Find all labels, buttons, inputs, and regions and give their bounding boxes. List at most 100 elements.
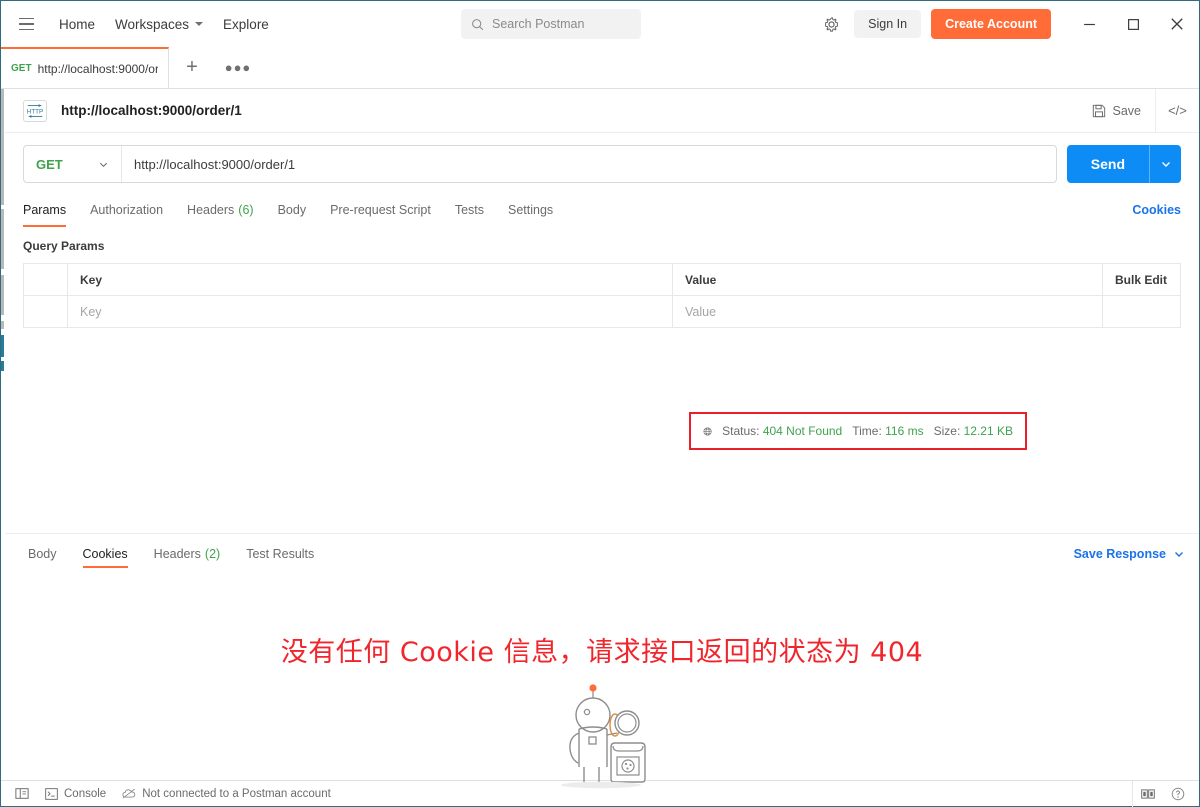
- search-icon: [472, 18, 484, 30]
- page-title: http://localhost:9000/order/1: [61, 103, 242, 118]
- status-value: 404 Not Found: [762, 424, 843, 438]
- status-code-item[interactable]: Status: 404 Not Found: [722, 424, 842, 438]
- response-section-tabs: Body Cookies Headers (2) Test Results: [15, 534, 327, 573]
- request-tab[interactable]: GET http://localhost:9000/ord: [1, 47, 169, 88]
- url-bar: GET Send: [5, 133, 1199, 193]
- tab-params-label: Params: [23, 203, 67, 217]
- annotation-text: 没有任何 Cookie 信息，请求接口返回的状态为 404: [280, 637, 924, 668]
- request-header-actions: Save </>: [1078, 88, 1200, 133]
- top-bar-right: Sign In Create Account: [816, 1, 1199, 47]
- hamburger-icon[interactable]: [11, 9, 41, 39]
- nav-workspaces[interactable]: Workspaces: [105, 11, 213, 38]
- tab-body-label: Body: [277, 203, 307, 217]
- save-response-button[interactable]: Save Response: [1074, 547, 1185, 561]
- tab-settings[interactable]: Settings: [508, 193, 553, 227]
- account-status[interactable]: Not connected to a Postman account: [114, 781, 339, 806]
- size-value: 12.21 KB: [963, 424, 1013, 438]
- console-button[interactable]: Console: [37, 781, 114, 806]
- send-button-group: Send: [1066, 145, 1181, 183]
- account-status-label: Not connected to a Postman account: [142, 787, 331, 800]
- time-label: Time:: [852, 424, 882, 438]
- search-placeholder: Search Postman: [492, 17, 585, 31]
- code-snippet-icon[interactable]: </>: [1155, 88, 1199, 133]
- two-pane-layout-icon[interactable]: [1133, 781, 1163, 807]
- column-header-value: Value: [672, 263, 1103, 296]
- cloud-offline-icon: [122, 788, 136, 799]
- chevron-down-icon: [99, 162, 108, 167]
- gear-icon[interactable]: [816, 9, 846, 39]
- tab-headers-label: Headers: [187, 203, 235, 217]
- maximize-icon[interactable]: [1111, 1, 1155, 47]
- response-tab-cookies-label: Cookies: [82, 546, 128, 561]
- method-select-value: GET: [36, 156, 63, 172]
- request-tab-name: http://localhost:9000/ord: [37, 61, 158, 76]
- cookies-link[interactable]: Cookies: [1132, 203, 1181, 217]
- row-checkbox-cell[interactable]: [23, 295, 68, 328]
- query-params-table: Key Value Bulk Edit Key Value: [23, 263, 1181, 328]
- response-tab-headers-label: Headers: [153, 546, 201, 561]
- table-header-row: Key Value Bulk Edit: [23, 263, 1181, 296]
- value-input-cell[interactable]: Value: [672, 295, 1103, 328]
- http-icon: HTTP: [23, 99, 47, 122]
- chevron-down-icon: [195, 22, 204, 26]
- nav-workspaces-label: Workspaces: [115, 16, 190, 32]
- method-select[interactable]: GET: [24, 146, 122, 182]
- status-badge: Status: 404 Not Found Time: 116 ms Size:…: [689, 412, 1027, 450]
- response-tab-headers[interactable]: Headers (2): [154, 534, 221, 573]
- send-button[interactable]: Send: [1067, 145, 1149, 183]
- request-section-tabs: Params Authorization Headers (6) Body Pr…: [5, 193, 1199, 227]
- size-item[interactable]: Size: 12.21 KB: [934, 424, 1013, 438]
- table-row: Key Value: [23, 295, 1181, 328]
- tab-tests[interactable]: Tests: [455, 193, 484, 227]
- key-input-cell[interactable]: Key: [67, 295, 673, 328]
- help-circle-icon[interactable]: [1163, 781, 1193, 807]
- response-tab-test-results-label: Test Results: [246, 546, 315, 561]
- response-bar: Body Cookies Headers (2) Test Results Sa…: [5, 533, 1199, 573]
- tab-params[interactable]: Params: [23, 193, 67, 227]
- response-tab-cookies[interactable]: Cookies: [82, 534, 128, 573]
- response-body: 没有任何 Cookie 信息，请求接口返回的状态为 404: [5, 573, 1199, 789]
- sign-in-button[interactable]: Sign In: [854, 10, 922, 38]
- request-tab-strip: GET http://localhost:9000/ord + ●●●: [1, 47, 1199, 89]
- ellipsis-icon[interactable]: ●●●: [215, 47, 261, 88]
- minimize-icon[interactable]: [1067, 1, 1111, 47]
- column-header-key: Key: [67, 263, 673, 296]
- tab-authorization[interactable]: Authorization: [90, 193, 163, 227]
- console-label: Console: [64, 787, 107, 800]
- terminal-icon: [45, 787, 58, 800]
- tab-pre-request-script[interactable]: Pre-request Script: [330, 193, 431, 227]
- tab-body[interactable]: Body: [278, 193, 307, 227]
- response-tab-headers-count: (2): [204, 546, 221, 561]
- url-input[interactable]: [122, 146, 1056, 182]
- svg-text:HTTP: HTTP: [27, 108, 43, 115]
- query-params-title: Query Params: [23, 239, 105, 253]
- nav-explore[interactable]: Explore: [213, 11, 279, 38]
- create-account-button[interactable]: Create Account: [931, 9, 1051, 39]
- save-button-label: Save: [1112, 103, 1142, 118]
- tab-headers-count: (6): [238, 203, 254, 217]
- response-tab-body[interactable]: Body: [28, 534, 57, 573]
- tab-pre-request-script-label: Pre-request Script: [330, 203, 431, 217]
- sidebar-toggle-icon[interactable]: [7, 781, 37, 807]
- tab-headers[interactable]: Headers (6): [187, 193, 254, 227]
- nav-home[interactable]: Home: [49, 11, 105, 38]
- request-tab-method: GET: [11, 63, 32, 74]
- globe-icon: [703, 426, 712, 436]
- tab-settings-label: Settings: [508, 203, 554, 217]
- postman-window: Home Workspaces Explore Search Postman S…: [0, 0, 1200, 807]
- floppy-disk-icon: [1092, 104, 1105, 117]
- status-label: Status:: [722, 424, 760, 438]
- time-value: 116 ms: [885, 424, 924, 438]
- column-header-checkbox: [23, 263, 68, 296]
- close-icon[interactable]: [1155, 1, 1199, 47]
- save-button[interactable]: Save: [1078, 104, 1156, 118]
- status-bar-right: [1132, 780, 1193, 807]
- time-item[interactable]: Time: 116 ms: [852, 424, 923, 438]
- response-tab-test-results[interactable]: Test Results: [246, 534, 314, 573]
- bulk-edit-button[interactable]: Bulk Edit: [1103, 273, 1180, 287]
- tab-authorization-label: Authorization: [90, 203, 164, 217]
- search-input[interactable]: Search Postman: [461, 9, 641, 39]
- plus-icon[interactable]: +: [169, 47, 215, 88]
- send-options-chevron-down-icon[interactable]: [1149, 145, 1181, 183]
- top-bar: Home Workspaces Explore Search Postman S…: [1, 1, 1199, 47]
